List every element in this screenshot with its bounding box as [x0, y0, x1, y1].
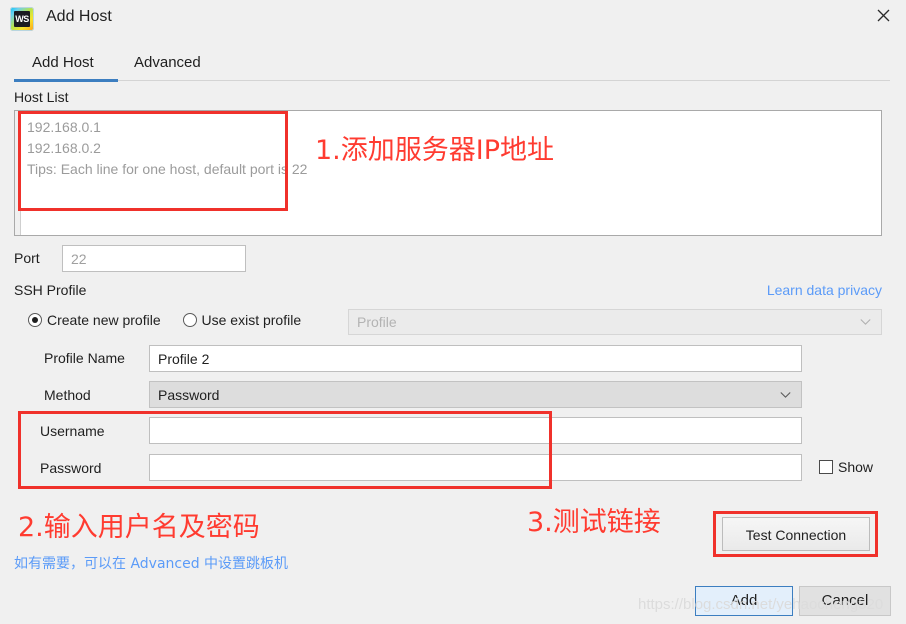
profile-name-input[interactable]: Profile 2	[149, 345, 802, 372]
profile-name-label: Profile Name	[44, 350, 125, 366]
tab-add-host[interactable]: Add Host	[32, 48, 94, 78]
tab-advanced[interactable]: Advanced	[134, 48, 201, 78]
radio-use-exist-profile-indicator	[182, 313, 197, 327]
profile-name-value: Profile 2	[158, 350, 210, 367]
cancel-button[interactable]: Cancel	[799, 586, 891, 616]
password-input[interactable]	[149, 454, 802, 481]
show-password-label: Show	[838, 459, 874, 475]
annotation-step-1: 1.添加服务器IP地址	[315, 135, 555, 166]
title-bar: WS Add Host	[0, 0, 906, 38]
tab-bar: Add Host Advanced	[14, 48, 890, 80]
window-title: Add Host	[46, 8, 112, 25]
radio-create-new-profile-label: Create new profile	[47, 312, 161, 328]
tab-divider	[14, 80, 890, 81]
chevron-down-icon	[780, 391, 791, 398]
add-host-dialog: WS Add Host Add Host Advanced Host List …	[0, 0, 906, 624]
username-label: Username	[40, 423, 105, 439]
test-connection-button[interactable]: Test Connection	[722, 517, 870, 551]
add-button[interactable]: Add	[695, 586, 793, 616]
method-select[interactable]: Password	[149, 381, 802, 408]
host-list-gutter	[15, 111, 21, 235]
profile-select-placeholder: Profile	[357, 314, 397, 330]
annotation-note: 如有需要，可以在 Advanced 中设置跳板机	[14, 556, 289, 572]
tab-active-indicator	[14, 79, 118, 82]
webstorm-logo-text: WS	[15, 14, 29, 24]
password-label: Password	[40, 460, 102, 476]
annotation-step-3: 3.测试链接	[527, 507, 661, 538]
radio-use-exist-profile-label: Use exist profile	[201, 312, 302, 328]
chevron-down-icon	[860, 319, 871, 325]
close-icon[interactable]	[860, 0, 906, 32]
profile-select[interactable]: Profile	[348, 309, 882, 335]
annotation-step-2: 2.输入用户名及密码	[18, 512, 260, 543]
method-value: Password	[158, 386, 220, 403]
port-label: Port	[14, 250, 40, 266]
host-list-label: Host List	[14, 89, 69, 105]
webstorm-logo-icon: WS	[10, 7, 34, 31]
learn-data-privacy-link[interactable]: Learn data privacy	[767, 282, 882, 298]
method-label: Method	[44, 387, 91, 403]
show-password-checkbox[interactable]	[819, 460, 833, 474]
username-input[interactable]	[149, 417, 802, 444]
host-list-placeholder: 192.168.0.1 192.168.0.2 Tips: Each line …	[27, 119, 308, 177]
ssh-profile-label: SSH Profile	[14, 282, 87, 298]
port-input[interactable]: 22	[62, 245, 246, 272]
radio-use-exist-profile[interactable]: Use exist profile	[182, 312, 302, 328]
radio-create-new-profile[interactable]: Create new profile	[28, 312, 161, 328]
profile-mode-radio-group: Create new profile Use exist profile	[28, 312, 301, 332]
radio-create-new-profile-indicator	[28, 313, 42, 327]
port-placeholder: 22	[71, 250, 87, 267]
